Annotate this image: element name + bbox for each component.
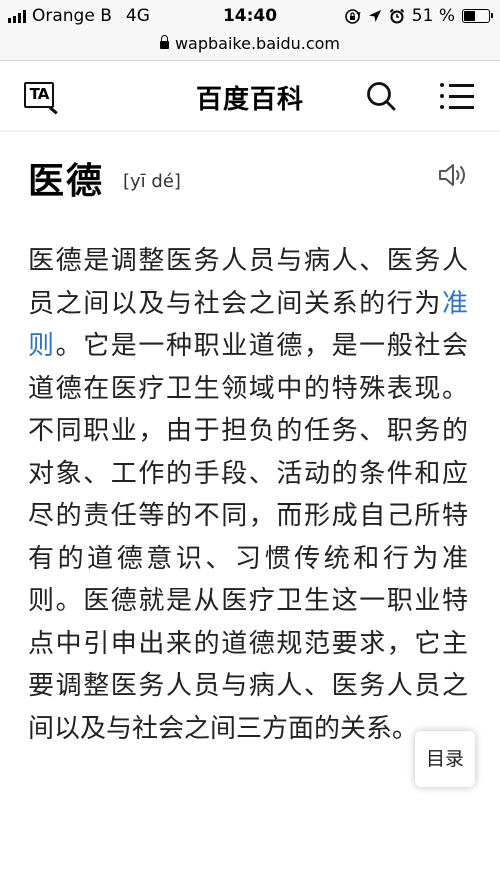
battery-icon (462, 9, 493, 23)
toc-button[interactable]: 目录 (415, 731, 475, 787)
battery-fill (464, 11, 475, 21)
battery-percent: 51 % (411, 6, 455, 26)
app-header: TA 百度百科 (0, 61, 500, 132)
location-icon (368, 10, 381, 22)
lock-icon (159, 35, 169, 49)
status-bar: Orange B 4G 14:40 51 % (0, 0, 500, 34)
entry-title: 医德 (28, 161, 105, 202)
body-text-start: 医德是调整医务人员与病人、医务人员之间以及与社会之间关系的行为 (28, 246, 468, 319)
entry-body: 医德是调整医务人员与病人、医务人员之间以及与社会之间关系的行为准则。它是一种职业… (28, 240, 468, 750)
entry-pinyin: [yī dé] (123, 171, 181, 192)
url-text: wapbaike.baidu.com (174, 34, 341, 53)
brand-title[interactable]: 百度百科 (0, 79, 500, 116)
search-icon[interactable] (366, 81, 396, 111)
status-right: 51 % (344, 6, 493, 26)
alarm-icon (389, 8, 405, 24)
url-bar[interactable]: wapbaike.baidu.com (0, 34, 500, 61)
screen-lock-icon (344, 8, 361, 24)
menu-icon[interactable] (440, 83, 474, 109)
speaker-icon[interactable] (437, 162, 469, 188)
body-text-rest: 。它是一种职业道德，是一般社会道德在医疗卫生领域中的特殊表现。不同职业，由于担负… (28, 331, 468, 744)
